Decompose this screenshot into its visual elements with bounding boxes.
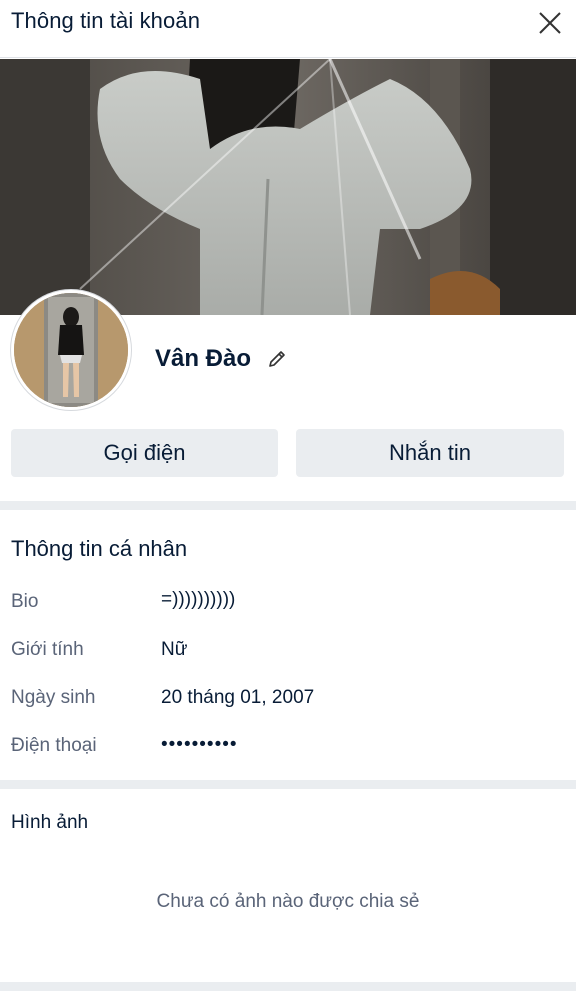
gender-label: Giới tính bbox=[11, 639, 84, 660]
section-divider bbox=[0, 501, 576, 510]
header-bar: Thông tin tài khoản bbox=[0, 0, 576, 58]
bio-value: =)))))))))) bbox=[161, 589, 236, 610]
gender-value: Nữ bbox=[161, 639, 188, 660]
cover-image bbox=[0, 59, 576, 315]
cover-photo[interactable] bbox=[0, 59, 576, 315]
bio-label: Bio bbox=[11, 591, 39, 612]
dialog-title: Thông tin tài khoản bbox=[11, 8, 201, 33]
message-button[interactable]: Nhắn tin bbox=[296, 429, 564, 477]
phone-value: •••••••••• bbox=[161, 734, 238, 755]
edit-name-button[interactable] bbox=[265, 347, 289, 371]
profile-name: Vân Đào bbox=[155, 345, 252, 372]
close-icon bbox=[539, 12, 561, 34]
call-button[interactable]: Gọi điện bbox=[11, 429, 278, 477]
birthday-label: Ngày sinh bbox=[11, 687, 96, 708]
pencil-icon bbox=[269, 351, 285, 367]
personal-info-title: Thông tin cá nhân bbox=[11, 536, 188, 561]
section-divider bbox=[0, 982, 576, 991]
avatar[interactable] bbox=[11, 290, 131, 410]
phone-label: Điện thoại bbox=[11, 735, 97, 756]
section-divider bbox=[0, 780, 576, 789]
avatar-image bbox=[14, 293, 128, 407]
photos-empty-message: Chưa có ảnh nào được chia sẻ bbox=[156, 891, 420, 912]
close-button[interactable] bbox=[532, 6, 568, 40]
profile-name-row: Vân Đào bbox=[155, 342, 289, 376]
photos-title: Hình ảnh bbox=[11, 812, 89, 833]
birthday-value: 20 tháng 01, 2007 bbox=[161, 687, 315, 708]
